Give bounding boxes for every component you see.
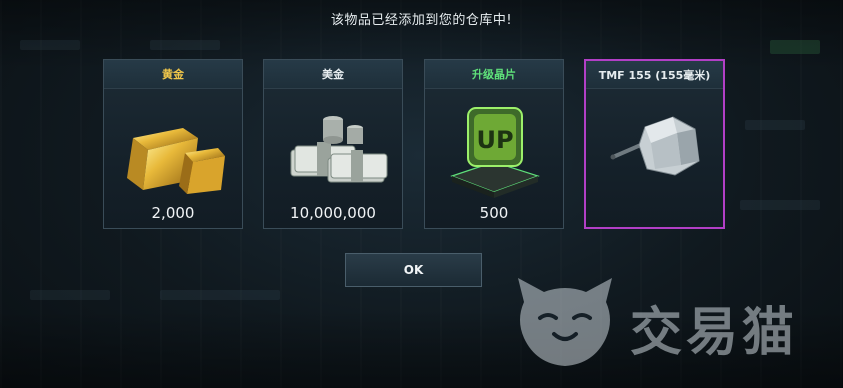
reward-name: 升级晶片 [425,60,563,89]
reward-amount: 500 [479,204,509,222]
cat-logo-icon [518,278,612,366]
background-hud-element [740,200,820,210]
upgrade-chip-icon: UP [425,94,563,202]
background-hud-element [150,40,220,50]
turret-gun-icon [586,95,723,203]
reward-name: TMF 155 (155毫米) [586,61,723,89]
watermark: 交易猫 [510,272,830,372]
reward-card-upgrade-chip[interactable]: 升级晶片 UP 500 [424,59,564,229]
watermark-text: 交易猫 [630,303,799,363]
background-hud-element [20,40,80,50]
cash-stacks-icon [264,94,402,202]
background-hud-element [30,290,110,300]
gold-bars-icon [104,94,242,202]
svg-text:UP: UP [476,126,513,154]
background-hud-element [160,290,280,300]
reward-amount: 10,000,000 [290,204,376,222]
background-hud-element [745,120,805,130]
reward-amount: 2,000 [151,204,195,222]
reward-card-cash[interactable]: 美金 10,000,000 [263,59,403,229]
ok-button[interactable]: OK [345,253,482,287]
background-hud-element [770,40,820,54]
reward-card-gold[interactable]: 黄金 2,000 [103,59,243,229]
reward-name: 美金 [264,60,402,89]
dialog-title: 该物品已经添加到您的仓库中! [330,13,513,28]
reward-name: 黄金 [104,60,242,89]
reward-card-turret[interactable]: TMF 155 (155毫米) [584,59,725,229]
